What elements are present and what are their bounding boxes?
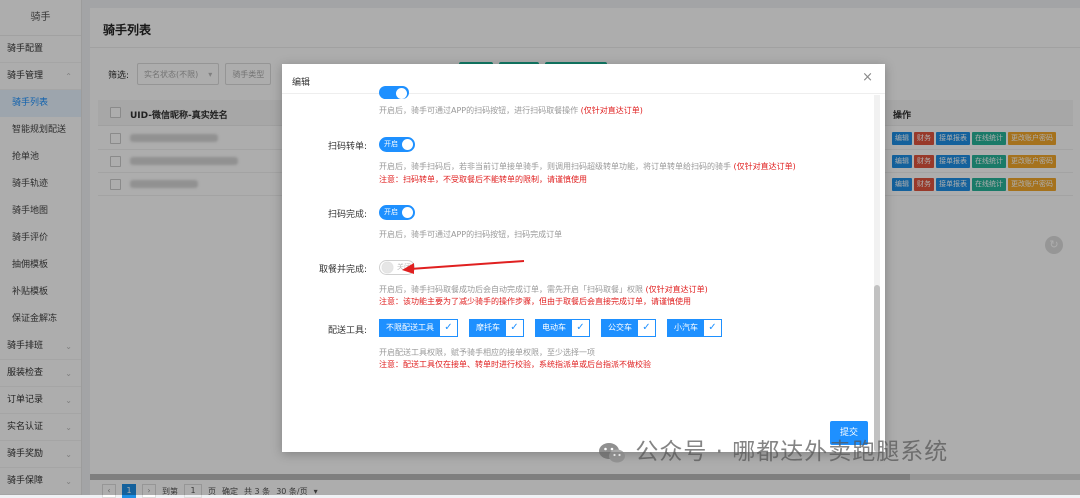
tool-option-unlimited[interactable]: 不限配送工具 ✓ xyxy=(379,319,458,337)
scan-complete-hint: 开启后，骑手可通过APP的扫码按钮，扫码完成订单 xyxy=(379,230,563,239)
scan-complete-switch[interactable]: 开启 xyxy=(379,205,415,220)
watermark-text: 公众号 · 哪都达外卖跑腿系统 xyxy=(635,439,949,465)
delivery-tools-hint: 开启配送工具权限，赋予骑手相应的接单权限，至少选择一项 xyxy=(379,348,595,357)
check-icon: ✓ xyxy=(638,320,655,336)
scan-transfer-label: 扫码转单: xyxy=(327,142,367,152)
pickup-complete-label: 取餐并完成: xyxy=(318,265,367,275)
scan-transfer-switch[interactable]: 开启 xyxy=(379,137,415,152)
pickup-complete-warning: 注意：该功能主要为了减少骑手的操作步骤，但由于取餐后会直接完成订单，请谨慎使用 xyxy=(379,297,691,306)
check-icon: ✓ xyxy=(572,320,589,336)
tool-option-car[interactable]: 小汽车 ✓ xyxy=(667,319,722,337)
wechat-icon xyxy=(599,442,625,462)
modal-header: 编辑 × xyxy=(282,64,885,94)
scrollbar-thumb[interactable] xyxy=(874,285,880,452)
scan-pickup-switch[interactable] xyxy=(379,86,409,99)
close-icon[interactable]: × xyxy=(862,71,873,85)
scan-transfer-warning: 注意：扫码转单，不受取餐后不能转单的限制，请谨慎使用 xyxy=(379,175,587,184)
scan-transfer-hint: 开启后，骑手扫码后，若非当前订单接单骑手，则调用扫码超级转单功能，将订单转单给扫… xyxy=(379,162,796,171)
modal-title: 编辑 xyxy=(292,78,311,88)
delivery-tools-warning: 注意：配送工具仅在接单、转单时进行校验，系统指派单或后台指派不做校验 xyxy=(379,360,651,369)
tool-option-motorcycle[interactable]: 摩托车 ✓ xyxy=(469,319,524,337)
scan-complete-label: 扫码完成: xyxy=(327,210,367,220)
pickup-complete-hint: 开启后，骑手扫码取餐成功后会自动完成订单，需先开启「扫码取餐」权限 (仅针对直达… xyxy=(379,285,708,294)
tool-option-ebike[interactable]: 电动车 ✓ xyxy=(535,319,590,337)
modal-body: 开启后，骑手可通过APP的扫码按钮，进行扫码取餐操作 (仅针对直达订单) 扫码转… xyxy=(282,86,885,452)
tool-name: 摩托车 xyxy=(470,320,506,336)
tool-name: 不限配送工具 xyxy=(380,320,440,336)
scan-pickup-hint: 开启后，骑手可通过APP的扫码按钮，进行扫码取餐操作 (仅针对直达订单) xyxy=(379,106,643,115)
modal-scrollbar[interactable] xyxy=(874,95,880,452)
edit-modal: 编辑 × 开启后，骑手可通过APP的扫码按钮，进行扫码取餐操作 (仅针对直达订单… xyxy=(282,64,885,452)
tool-name: 小汽车 xyxy=(668,320,704,336)
tool-option-bus[interactable]: 公交车 ✓ xyxy=(601,319,656,337)
delivery-tools-label: 配送工具: xyxy=(327,326,367,336)
annotation-arrow-icon xyxy=(402,260,525,274)
watermark: 公众号 · 哪都达外卖跑腿系统 xyxy=(597,432,948,466)
tool-name: 公交车 xyxy=(602,320,638,336)
check-icon: ✓ xyxy=(506,320,523,336)
tool-name: 电动车 xyxy=(536,320,572,336)
delivery-tools-group: 不限配送工具 ✓ 摩托车 ✓ 电动车 ✓ 公交车 ✓ 小汽车 ✓ xyxy=(379,319,722,337)
check-icon: ✓ xyxy=(440,320,457,336)
check-icon: ✓ xyxy=(704,320,721,336)
